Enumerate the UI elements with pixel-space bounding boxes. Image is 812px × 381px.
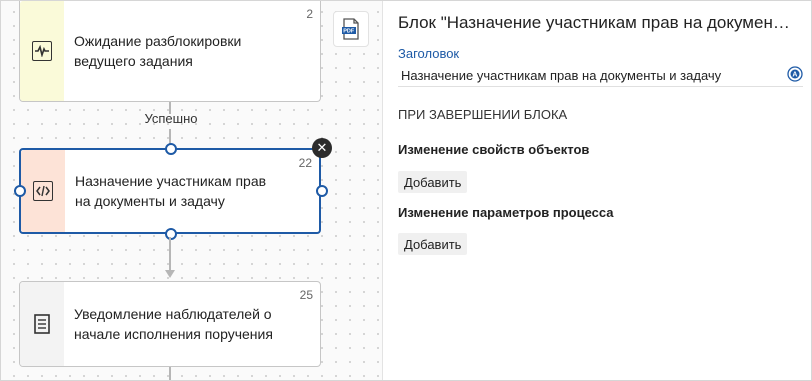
document-icon [32,314,52,334]
node-side-strip [20,1,64,101]
node-number: 22 [298,156,312,170]
node-title: Уведомление наблюдателей о начале исполн… [74,306,273,342]
node-number: 25 [299,288,313,302]
title-field-label: Заголовок [398,46,460,61]
node-side-strip [20,282,64,366]
connection-handle-top[interactable] [165,143,177,155]
arrow-down [165,270,175,278]
process-params-title: Изменение параметров процесса [398,205,614,220]
node-title: Ожидание разблокировки ведущего задания [74,33,242,69]
code-icon [33,181,53,201]
svg-text:PDF: PDF [343,29,355,35]
workflow-node-22-selected[interactable]: Назначение участникам прав на документы … [19,148,321,234]
edge-label-success: Успешно [144,111,198,126]
svg-text:A: A [792,72,797,79]
properties-panel: Блок "Назначение участникам прав на доку… [383,1,811,380]
localization-icon[interactable]: A [787,66,803,82]
node-title: Назначение участникам прав на документы … [75,173,267,209]
panel-title: Блок "Назначение участникам прав на доку… [398,13,793,32]
connector-4 [169,367,171,380]
activity-icon [32,41,52,61]
add-process-param-button[interactable]: Добавить [398,233,468,255]
workflow-editor: Ожидание разблокировки ведущего задания … [0,0,812,381]
workflow-canvas[interactable]: Ожидание разблокировки ведущего задания … [1,1,383,380]
node-number: 2 [306,7,313,21]
remove-node-icon[interactable]: ✕ [312,138,332,158]
connection-handle-left[interactable] [14,185,26,197]
object-properties-title: Изменение свойств объектов [398,142,590,157]
title-field-input[interactable] [398,65,803,87]
connector-3 [169,237,171,273]
node-side-strip [21,150,65,232]
connection-handle-right[interactable] [316,185,328,197]
connection-handle-bottom[interactable] [165,228,177,240]
workflow-node-2[interactable]: Ожидание разблокировки ведущего задания … [19,1,321,102]
workflow-node-25[interactable]: Уведомление наблюдателей о начале исполн… [19,281,321,367]
pdf-export-icon[interactable]: PDF [333,11,369,47]
add-object-property-button[interactable]: Добавить [398,171,468,193]
section-title: ПРИ ЗАВЕРШЕНИИ БЛОКА [398,107,568,122]
